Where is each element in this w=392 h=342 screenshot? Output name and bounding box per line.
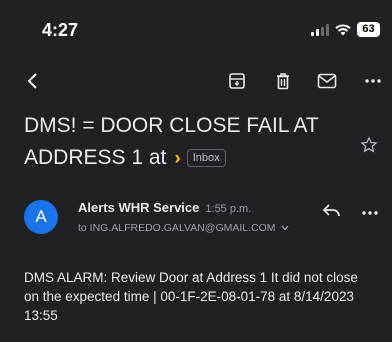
delete-button[interactable] bbox=[270, 68, 296, 94]
more-horizontal-icon bbox=[362, 211, 378, 215]
status-icons: 63 bbox=[311, 22, 380, 37]
status-bar: 4:27 63 bbox=[0, 0, 392, 60]
recipient-details[interactable]: to ING.ALFREDO.GALVAN@GMAIL.COM bbox=[78, 222, 289, 234]
inbox-label[interactable]: Inbox bbox=[186, 149, 226, 167]
chevron-left-icon bbox=[27, 73, 37, 89]
cellular-signal-icon bbox=[311, 23, 329, 36]
chevron-down-icon bbox=[281, 225, 289, 231]
archive-button[interactable] bbox=[224, 68, 250, 94]
mark-unread-button[interactable] bbox=[314, 68, 340, 94]
status-time: 4:27 bbox=[42, 20, 79, 40]
battery-icon: 63 bbox=[357, 22, 380, 37]
email-body: DMS ALARM: Review Door at Address 1 It d… bbox=[24, 270, 358, 323]
reply-icon bbox=[322, 204, 340, 217]
star-icon bbox=[360, 136, 378, 153]
wifi-icon bbox=[335, 23, 351, 35]
sent-time: 1:55 p.m. bbox=[205, 203, 252, 215]
message-more-button[interactable] bbox=[362, 202, 378, 220]
more-horizontal-icon bbox=[365, 79, 381, 83]
recipient-text: to ING.ALFREDO.GALVAN@GMAIL.COM bbox=[78, 222, 276, 234]
email-subject: DMS! = DOOR CLOSE FAIL AT ADDRESS 1 at › I… bbox=[24, 110, 344, 175]
mail-icon bbox=[317, 73, 337, 89]
reply-button[interactable] bbox=[322, 202, 342, 223]
importance-marker-icon[interactable]: › bbox=[174, 148, 180, 169]
sender-name[interactable]: Alerts WHR Service bbox=[78, 200, 199, 215]
sender-avatar[interactable]: A bbox=[24, 200, 58, 234]
subject-text: DMS! = DOOR CLOSE FAIL AT ADDRESS 1 at bbox=[24, 114, 319, 169]
archive-icon bbox=[229, 73, 245, 89]
email-toolbar bbox=[0, 62, 392, 98]
back-button[interactable] bbox=[20, 68, 46, 94]
star-button[interactable] bbox=[360, 136, 378, 159]
more-options-button[interactable] bbox=[360, 68, 386, 94]
trash-icon bbox=[277, 73, 289, 90]
sender-line: Alerts WHR Service 1:55 p.m. bbox=[78, 200, 251, 215]
